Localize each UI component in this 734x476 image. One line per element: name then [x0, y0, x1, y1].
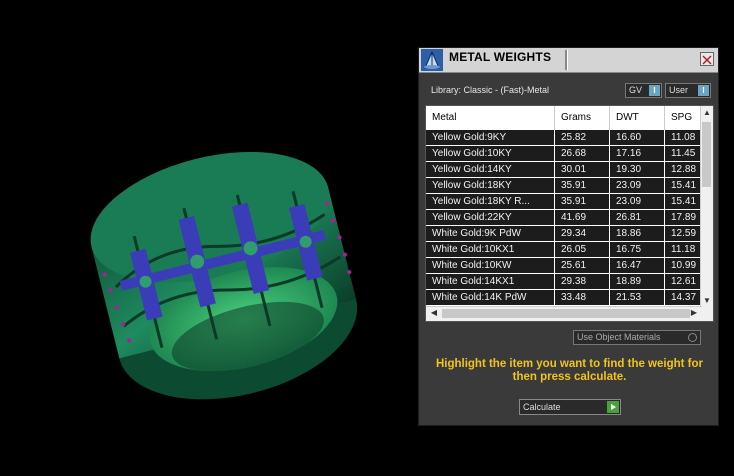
- spg-cell: 11.08: [665, 130, 702, 145]
- dwt-cell: 17.16: [610, 146, 665, 161]
- panel-title: METAL WEIGHTS: [449, 50, 552, 64]
- table-row[interactable]: White Gold:14KX1 29.38 18.89 12.61: [426, 274, 702, 290]
- grams-cell: 33.48: [555, 290, 610, 305]
- grams-cell: 35.91: [555, 194, 610, 209]
- horizontal-scrollbar[interactable]: ◀ ▶: [426, 306, 702, 321]
- dwt-cell: 18.86: [610, 226, 665, 241]
- spg-cell: 11.45: [665, 146, 702, 161]
- dwt-cell: 16.47: [610, 258, 665, 273]
- metal-weights-panel: METAL WEIGHTS Library: Classic - (Fast)-…: [418, 47, 719, 426]
- table-row[interactable]: Yellow Gold:18KY 35.91 23.09 15.41: [426, 178, 702, 194]
- grams-cell: 29.38: [555, 274, 610, 289]
- dwt-cell: 19.30: [610, 162, 665, 177]
- user-toggle-label: User: [669, 85, 689, 95]
- scrollbar-corner: [701, 307, 713, 321]
- calculate-label: Calculate: [523, 402, 561, 412]
- spg-cell: 12.88: [665, 162, 702, 177]
- scroll-right-icon[interactable]: ▶: [688, 308, 700, 317]
- metal-cell: White Gold:14K PdW: [426, 290, 555, 305]
- dwt-cell: 16.75: [610, 242, 665, 257]
- ring-model: [90, 151, 358, 400]
- close-icon: [702, 55, 712, 65]
- column-header-metal[interactable]: Metal: [426, 106, 555, 130]
- column-header-dwt[interactable]: DWT: [610, 106, 665, 130]
- scroll-left-icon[interactable]: ◀: [428, 308, 440, 317]
- dwt-cell: 18.89: [610, 274, 665, 289]
- table-row[interactable]: Yellow Gold:18KY R... 35.91 23.09 15.41: [426, 194, 702, 210]
- instruction-text: Highlight the item you want to find the …: [435, 358, 704, 383]
- metal-cell: Yellow Gold:22KY: [426, 210, 555, 225]
- scale-icon: [421, 49, 443, 71]
- spg-cell: 11.18: [665, 242, 702, 257]
- vertical-scrollbar[interactable]: ▲ ▼: [700, 106, 713, 307]
- metal-cell: Yellow Gold:9KY: [426, 130, 555, 145]
- table-row[interactable]: Yellow Gold:10KY 26.68 17.16 11.45: [426, 146, 702, 162]
- table-header: Metal Grams DWT SPG: [426, 106, 702, 131]
- table-body: Yellow Gold:9KY 25.82 16.60 11.08 Yellow Gol…: [426, 130, 702, 306]
- table-row[interactable]: White Gold:10KX1 26.05 16.75 11.18: [426, 242, 702, 258]
- scroll-down-icon[interactable]: ▼: [701, 296, 713, 305]
- grams-cell: 25.82: [555, 130, 610, 145]
- spg-cell: 15.41: [665, 178, 702, 193]
- spg-cell: 17.89: [665, 210, 702, 225]
- spg-cell: 10.99: [665, 258, 702, 273]
- grams-cell: 26.68: [555, 146, 610, 161]
- gv-toggle[interactable]: GV I: [625, 83, 662, 98]
- play-icon: [607, 401, 619, 413]
- calculate-button[interactable]: Calculate: [519, 399, 621, 415]
- vertical-scroll-thumb[interactable]: [702, 122, 711, 187]
- library-label: Library: Classic - (Fast)-Metal: [431, 85, 550, 95]
- gv-toggle-knob: I: [649, 85, 660, 96]
- radio-icon: [688, 333, 697, 342]
- spg-cell: 15.41: [665, 194, 702, 209]
- metal-cell: White Gold:10KW: [426, 258, 555, 273]
- spg-cell: 12.61: [665, 274, 702, 289]
- grams-cell: 25.61: [555, 258, 610, 273]
- metal-cell: Yellow Gold:18KY: [426, 178, 555, 193]
- close-button[interactable]: [700, 52, 714, 66]
- metal-table: Metal Grams DWT SPG Yellow Gold:9KY 25.82…: [425, 105, 714, 322]
- use-object-materials-label: Use Object Materials: [577, 332, 661, 342]
- metal-cell: White Gold:10KX1: [426, 242, 555, 257]
- horizontal-scroll-thumb[interactable]: [442, 309, 690, 318]
- grams-cell: 30.01: [555, 162, 610, 177]
- metal-cell: Yellow Gold:14KY: [426, 162, 555, 177]
- table-row[interactable]: White Gold:9K PdW 29.34 18.86 12.59: [426, 226, 702, 242]
- grams-cell: 29.34: [555, 226, 610, 241]
- dwt-cell: 26.81: [610, 210, 665, 225]
- grams-cell: 41.69: [555, 210, 610, 225]
- use-object-materials-toggle[interactable]: Use Object Materials: [573, 330, 701, 345]
- metal-cell: White Gold:14KX1: [426, 274, 555, 289]
- spg-cell: 12.59: [665, 226, 702, 241]
- panel-titlebar[interactable]: METAL WEIGHTS: [419, 48, 718, 73]
- metal-cell: Yellow Gold:18KY R...: [426, 194, 555, 209]
- metal-cell: White Gold:9K PdW: [426, 226, 555, 241]
- title-separator: [565, 50, 568, 70]
- dwt-cell: 23.09: [610, 178, 665, 193]
- metal-cell: Yellow Gold:10KY: [426, 146, 555, 161]
- gv-toggle-label: GV: [629, 85, 643, 95]
- grams-cell: 26.05: [555, 242, 610, 257]
- user-toggle-knob: I: [698, 85, 709, 96]
- table-row[interactable]: White Gold:14K PdW 33.48 21.53 14.37: [426, 290, 702, 306]
- dwt-cell: 16.60: [610, 130, 665, 145]
- scroll-up-icon[interactable]: ▲: [701, 108, 713, 117]
- table-row[interactable]: Yellow Gold:22KY 41.69 26.81 17.89: [426, 210, 702, 226]
- dwt-cell: 23.09: [610, 194, 665, 209]
- table-row[interactable]: White Gold:10KW 25.61 16.47 10.99: [426, 258, 702, 274]
- table-row[interactable]: Yellow Gold:9KY 25.82 16.60 11.08: [426, 130, 702, 146]
- column-header-grams[interactable]: Grams: [555, 106, 610, 130]
- table-row[interactable]: Yellow Gold:14KY 30.01 19.30 12.88: [426, 162, 702, 178]
- column-header-spg[interactable]: SPG: [665, 106, 702, 130]
- user-toggle[interactable]: User I: [665, 83, 711, 98]
- grams-cell: 35.91: [555, 178, 610, 193]
- spg-cell: 14.37: [665, 290, 702, 305]
- dwt-cell: 21.53: [610, 290, 665, 305]
- 3d-viewport[interactable]: [0, 0, 418, 471]
